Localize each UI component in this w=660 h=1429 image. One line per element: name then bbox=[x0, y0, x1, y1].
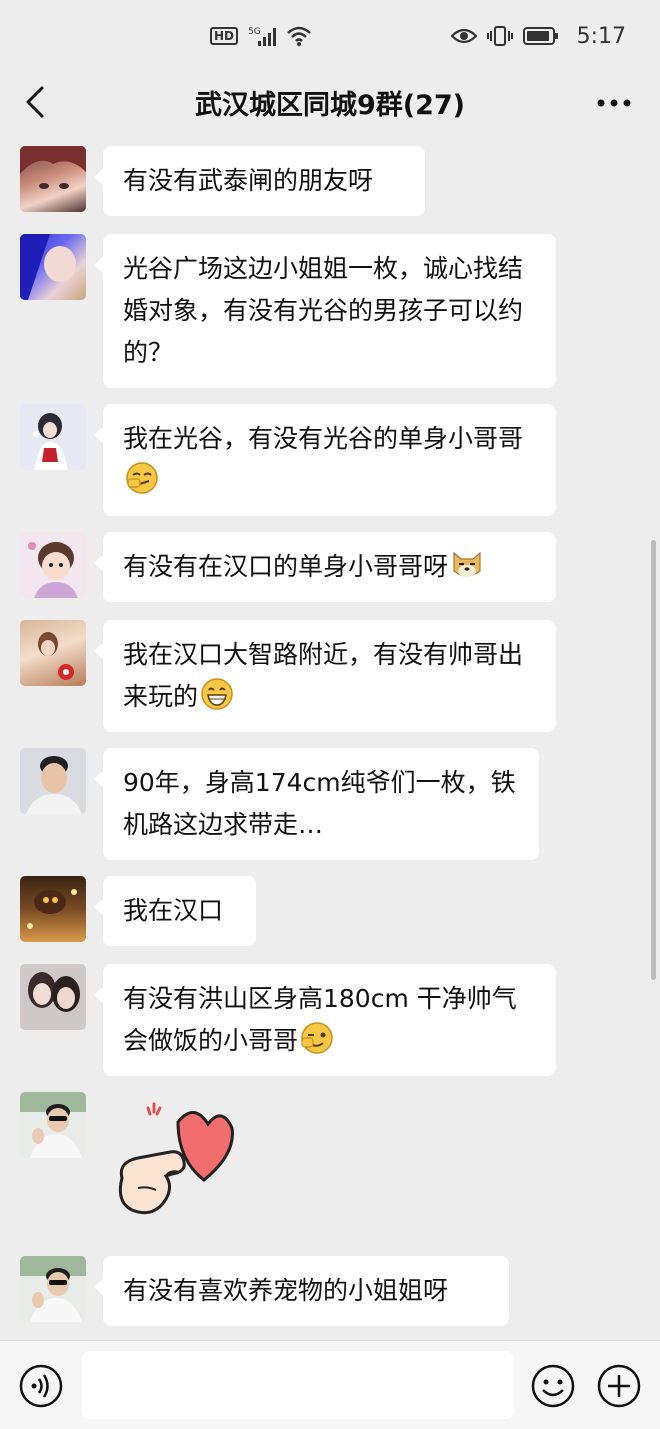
message-text: 有没有武泰闸的朋友呀 bbox=[123, 166, 374, 195]
input-bar bbox=[0, 1340, 660, 1429]
message-row: 我在汉口大智路附近，有没有帅哥出来玩的 bbox=[20, 620, 556, 732]
message-row bbox=[20, 1092, 268, 1222]
clock: 5:17 bbox=[576, 23, 626, 49]
heart-hand-sticker[interactable] bbox=[108, 1092, 268, 1222]
message-row: 我在光谷，有没有光谷的单身小哥哥 bbox=[20, 404, 556, 516]
message-bubble[interactable]: 有没有在汉口的单身小哥哥呀 bbox=[94, 532, 556, 602]
network-label: 5G bbox=[248, 27, 261, 37]
avatar-baby-girl[interactable] bbox=[20, 532, 86, 598]
message-text: 我在光谷，有没有光谷的单身小哥哥 bbox=[123, 424, 524, 453]
avatar-two-girls[interactable] bbox=[20, 964, 86, 1030]
grin-emoji-icon bbox=[201, 678, 233, 710]
plus-icon[interactable] bbox=[596, 1363, 642, 1409]
avatar-man[interactable] bbox=[20, 748, 86, 814]
message-bubble[interactable]: 有没有武泰闸的朋友呀 bbox=[94, 146, 425, 216]
back-icon[interactable] bbox=[20, 84, 52, 120]
avatar-blue-hair[interactable] bbox=[20, 234, 86, 300]
avatar-sunglasses-man[interactable] bbox=[20, 1092, 86, 1158]
status-right: 5:17 bbox=[450, 23, 626, 49]
message-bubble[interactable]: 有没有洪山区身高180cm 干净帅气会做饭的小哥哥 bbox=[94, 964, 556, 1076]
message-bubble[interactable]: 有没有喜欢养宠物的小姐姐呀 bbox=[94, 1256, 509, 1326]
message-row: 光谷广场这边小姐姐一枚，诚心找结婚对象，有没有光谷的男孩子可以约的？ bbox=[20, 234, 556, 388]
smirk-emoji-icon bbox=[126, 462, 158, 494]
status-bar: HD 5G 5:17 bbox=[0, 0, 660, 72]
avatar-sunglasses-man[interactable] bbox=[20, 1256, 86, 1322]
chat-title: 武汉城区同城9群(27) bbox=[194, 89, 466, 121]
signal-5g-icon: 5G bbox=[248, 27, 277, 46]
doge-emoji-icon bbox=[453, 551, 481, 577]
voice-icon[interactable] bbox=[18, 1363, 64, 1409]
message-bubble[interactable]: 我在汉口大智路附近，有没有帅哥出来玩的 bbox=[94, 620, 556, 732]
vibrate-icon bbox=[486, 26, 513, 46]
wifi-icon bbox=[287, 26, 311, 46]
eye-icon bbox=[450, 28, 477, 44]
chat-header: 武汉城区同城9群(27) bbox=[0, 72, 660, 132]
signal-group: HD 5G bbox=[210, 25, 312, 47]
message-bubble[interactable]: 光谷广场这边小姐姐一枚，诚心找结婚对象，有没有光谷的男孩子可以约的？ bbox=[94, 234, 556, 388]
message-text: 光谷广场这边小姐姐一枚，诚心找结婚对象，有没有光谷的男孩子可以约的？ bbox=[123, 254, 524, 367]
battery-icon bbox=[522, 27, 558, 45]
message-row: 有没有在汉口的单身小哥哥呀 bbox=[20, 532, 556, 602]
message-row: 我在汉口 bbox=[20, 876, 256, 946]
avatar-anime-boy[interactable] bbox=[20, 146, 86, 212]
hd-badge: HD bbox=[210, 27, 239, 45]
message-text: 有没有在汉口的单身小哥哥呀 bbox=[123, 552, 449, 581]
more-icon[interactable] bbox=[596, 98, 632, 108]
message-text: 有没有喜欢养宠物的小姐姐呀 bbox=[123, 1276, 449, 1305]
message-row: 有没有武泰闸的朋友呀 bbox=[20, 146, 425, 216]
avatar-illustration-girl[interactable] bbox=[20, 404, 86, 470]
message-row: 90年，身高174cm纯爷们一枚，铁机路这边求带走… bbox=[20, 748, 539, 860]
avatar-cake[interactable] bbox=[20, 876, 86, 942]
message-input[interactable] bbox=[82, 1351, 514, 1419]
message-row: 有没有洪山区身高180cm 干净帅气会做饭的小哥哥 bbox=[20, 964, 556, 1076]
message-text: 我在汉口大智路附近，有没有帅哥出来玩的 bbox=[123, 640, 524, 711]
message-bubble[interactable]: 我在汉口 bbox=[94, 876, 256, 946]
message-bubble[interactable]: 我在光谷，有没有光谷的单身小哥哥 bbox=[94, 404, 556, 516]
emoji-icon[interactable] bbox=[530, 1363, 576, 1409]
message-bubble[interactable]: 90年，身高174cm纯爷们一枚，铁机路这边求带走… bbox=[94, 748, 539, 860]
avatar-photo-girl[interactable] bbox=[20, 620, 86, 686]
wink-emoji-icon bbox=[301, 1022, 333, 1054]
message-text: 我在汉口 bbox=[123, 896, 224, 925]
scrollbar[interactable] bbox=[651, 540, 656, 980]
message-row: 有没有喜欢养宠物的小姐姐呀 bbox=[20, 1256, 509, 1326]
message-text: 90年，身高174cm纯爷们一枚，铁机路这边求带走… bbox=[123, 768, 516, 839]
